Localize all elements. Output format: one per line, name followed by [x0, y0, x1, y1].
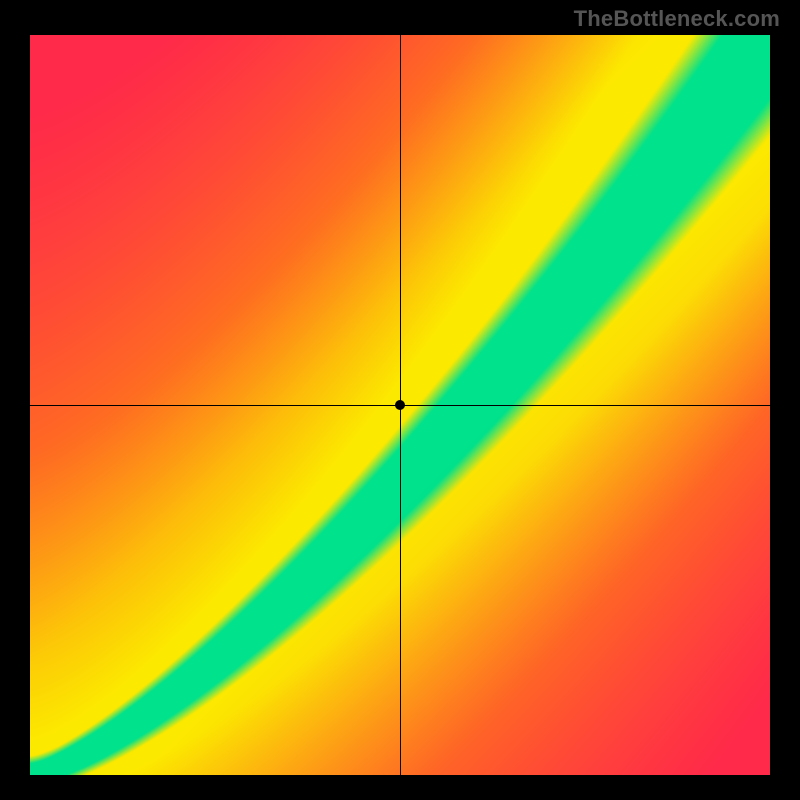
center-marker-dot [395, 400, 405, 410]
watermark-text: TheBottleneck.com [574, 6, 780, 32]
heatmap-plot [30, 35, 770, 775]
chart-frame: TheBottleneck.com [0, 0, 800, 800]
